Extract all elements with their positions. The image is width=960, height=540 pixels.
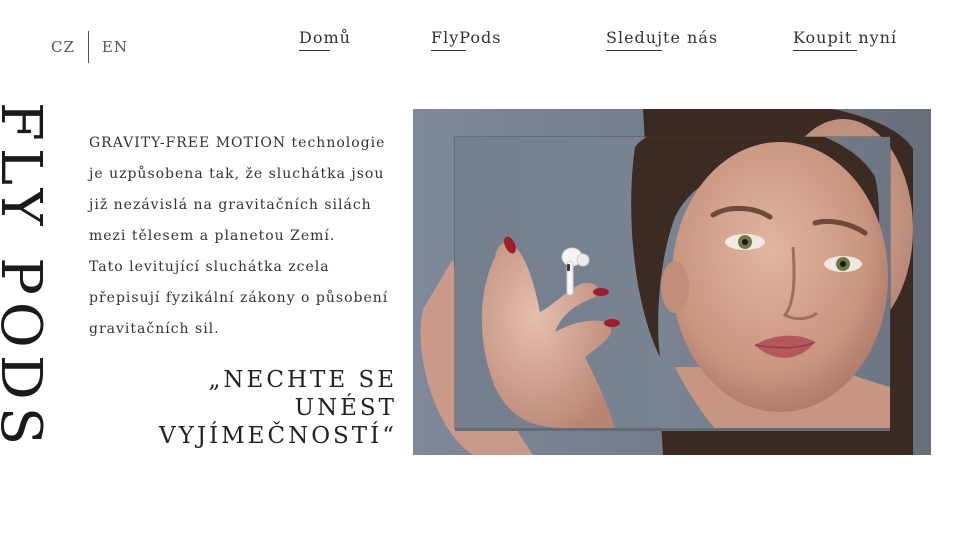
desc-second: Tato levitující sluchátka zcela přepisuj… [89, 259, 389, 337]
lang-en-link[interactable]: EN [102, 38, 128, 56]
lang-cz-link[interactable]: CZ [51, 38, 75, 56]
nav-flypods-underline [431, 50, 466, 51]
desc-rest: technologie je uzpůsobena tak, že sluchá… [89, 135, 386, 244]
frame-shadow-edge [455, 428, 890, 431]
hero-photo-inner-frame [455, 137, 890, 428]
tagline-quote: „NECHTE SE UNÉST VYJÍMEČNOSTÍ“ [159, 367, 397, 449]
nav-home-label: Domů [299, 28, 351, 47]
nav-follow-link[interactable]: Sledujte nás [606, 28, 719, 51]
language-divider [87, 31, 89, 63]
desc-highlight: GRAVITY-FREE MOTION [89, 135, 287, 151]
nav-buy-link[interactable]: Koupit nyní [793, 28, 898, 51]
nav-home-underline [299, 50, 330, 51]
nav-follow-underline [606, 50, 662, 51]
nav-buy-label: Koupit nyní [793, 28, 898, 47]
nav-home-link[interactable]: Domů [299, 28, 351, 51]
nav-buy-underline [793, 50, 857, 51]
nav-flypods-label: FlyPods [431, 28, 502, 47]
brand-vertical-title: FLY PODS [0, 102, 53, 453]
hero-photo [413, 109, 931, 455]
nav-follow-label: Sledujte nás [606, 28, 719, 47]
hero-portrait-illustration [481, 137, 890, 428]
product-description: GRAVITY-FREE MOTION technologie je uzpůs… [89, 128, 399, 345]
nav-flypods-link[interactable]: FlyPods [431, 28, 502, 51]
language-switcher: CZ EN [51, 31, 128, 63]
